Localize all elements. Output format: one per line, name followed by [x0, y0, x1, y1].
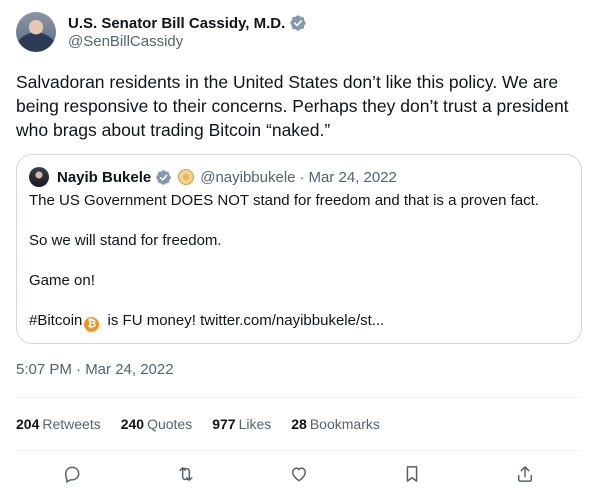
stat-label: Quotes	[147, 416, 193, 432]
tweet-actions	[16, 462, 582, 486]
bookmarks-stat[interactable]: 28 Bookmarks	[291, 416, 380, 432]
tweet-timestamp[interactable]: 5:07 PM · Mar 24, 2022	[16, 361, 174, 378]
stat-value: 204	[16, 416, 40, 432]
verified-badge-icon	[156, 169, 171, 185]
bitcoin-hashtag[interactable]: #Bitcoin	[29, 312, 82, 329]
quoted-line: Game on!	[29, 272, 95, 289]
affiliate-badge-icon	[178, 169, 195, 185]
quoted-tweet-date: Mar 24, 2022	[308, 168, 397, 186]
author-display-name[interactable]: U.S. Senator Bill Cassidy, M.D.	[68, 15, 285, 32]
quoted-line: The US Government DOES NOT stand for fre…	[29, 192, 539, 209]
stat-label: Retweets	[42, 416, 101, 432]
reply-icon	[65, 466, 80, 483]
author-name-row: U.S. Senator Bill Cassidy, M.D.	[68, 12, 307, 34]
retweet-icon	[179, 467, 193, 481]
verified-badge-icon	[290, 15, 306, 31]
share-icon	[518, 466, 532, 482]
quoted-author-avatar	[29, 167, 49, 187]
stat-label: Likes	[238, 416, 272, 432]
retweet-button[interactable]	[174, 462, 198, 486]
tweet-header: U.S. Senator Bill Cassidy, M.D. @SenBill…	[16, 12, 582, 54]
quoted-line-last: #Bitcoin ₿ is FU money! twitter.com/nayib…	[29, 311, 569, 332]
stat-value: 240	[120, 416, 145, 432]
separator-dot: ·	[299, 168, 305, 186]
quoted-author-name: Nayib Bukele	[57, 168, 152, 186]
quoted-line-suffix: is FU money! twitter.com/nayibbukele/st.…	[107, 312, 385, 329]
divider	[16, 397, 582, 398]
quoted-author-handle: @nayibbukele	[200, 168, 296, 186]
stat-value: 977	[212, 416, 236, 432]
tweet-text: Salvadoran residents in the United State…	[16, 72, 569, 140]
engagement-stats: 204 Retweets 240 Quotes 977 Likes 28 Bookmar…	[16, 414, 400, 434]
stat-label: Bookmarks	[309, 416, 380, 432]
bookmark-button[interactable]	[400, 462, 424, 486]
divider	[16, 450, 582, 451]
like-button[interactable]	[287, 462, 311, 486]
quoted-line: So we will stand for freedom.	[29, 232, 222, 249]
quoted-tweet[interactable]: Nayib Bukele @nayibbukele · Mar 24, 2022…	[16, 154, 582, 344]
retweets-stat[interactable]: 204 Retweets	[16, 416, 101, 432]
quotes-stat[interactable]: 240 Quotes	[121, 416, 193, 432]
reply-button[interactable]	[60, 462, 84, 486]
stat-value: 28	[291, 416, 307, 432]
share-button[interactable]	[513, 462, 537, 486]
likes-stat[interactable]: 977 Likes	[212, 416, 271, 432]
bitcoin-icon: ₿	[84, 317, 100, 332]
quoted-tweet-body: The US Government DOES NOT stand for fre…	[29, 191, 569, 332]
author-handle[interactable]: @SenBillCassidy	[68, 33, 183, 50]
quoted-tweet-header: Nayib Bukele @nayibbukele · Mar 24, 2022	[29, 167, 397, 187]
like-icon	[292, 467, 306, 482]
bookmark-icon	[406, 466, 418, 482]
author-avatar[interactable]	[16, 12, 56, 52]
